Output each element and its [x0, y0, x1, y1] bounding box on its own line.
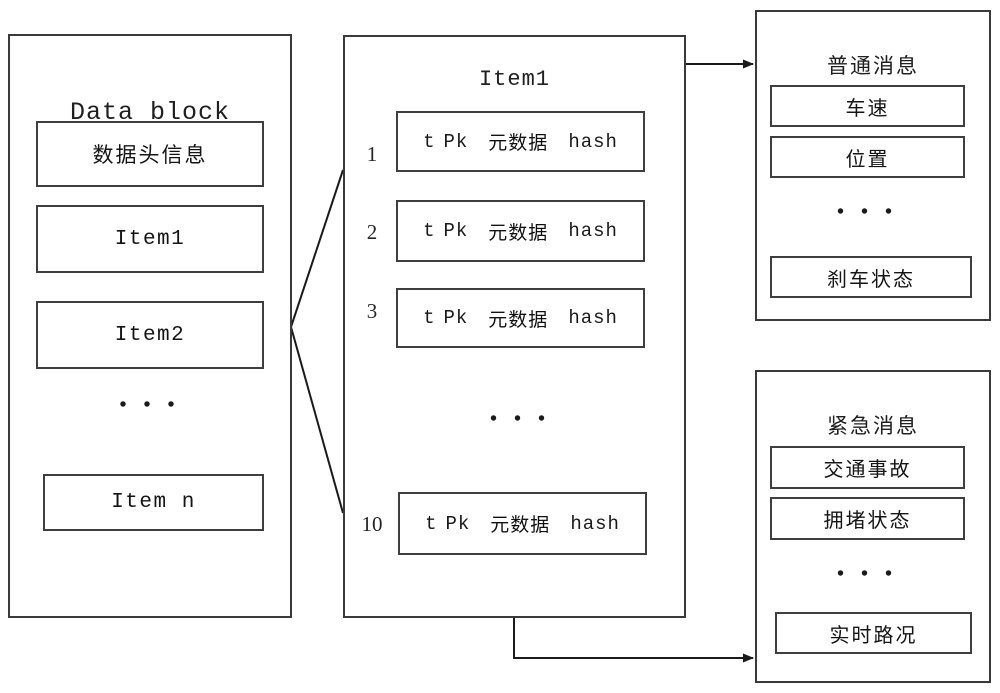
data-block-item-2: Item2 — [36, 301, 264, 369]
item-row-1: t Pk 元数据 hash — [396, 111, 645, 172]
data-block-item-1: Item1 — [36, 205, 264, 273]
item-detail-ellipsis: • • • — [489, 408, 551, 430]
item-row-10: t Pk 元数据 hash — [398, 492, 647, 555]
item-row-number-1: 1 — [366, 142, 378, 166]
data-block-item-n: Item n — [43, 474, 264, 531]
item-row-number-2: 2 — [366, 220, 378, 244]
normal-message-title: 普通消息 — [827, 54, 919, 78]
item-detail-title: Item1 — [478, 67, 550, 92]
item-row-3-field-pk: Pk — [443, 307, 469, 329]
fan-connector-upper — [290, 169, 344, 328]
item-row-10-field-hash: hash — [570, 512, 620, 535]
urgent-message-item-congestion-status: 拥堵状态 — [770, 497, 965, 540]
item-row-2-field-hash: hash — [568, 220, 618, 242]
item-row-1-field-pk: Pk — [443, 130, 469, 153]
normal-message-item-speed: 车速 — [770, 85, 965, 127]
diagram-canvas: Data block 数据头信息 Item1 Item2 • • • Item … — [0, 0, 1000, 693]
fan-connector-lower — [290, 326, 344, 514]
normal-message-ellipsis: • • • — [836, 201, 898, 223]
normal-message-item-position: 位置 — [770, 136, 965, 178]
item-row-3-field-metadata: 元数据 — [488, 308, 549, 331]
data-block-item-header-info: 数据头信息 — [36, 121, 264, 187]
normal-message-item-brake-status: 刹车状态 — [770, 256, 972, 298]
item-row-10-field-t: t — [425, 512, 438, 535]
item-row-2-field-metadata: 元数据 — [488, 221, 549, 244]
item-row-1-field-hash: hash — [568, 130, 618, 153]
item-row-number-3: 3 — [366, 299, 378, 323]
item-row-3-field-hash: hash — [568, 307, 618, 329]
item-row-1-field-metadata: 元数据 — [488, 132, 549, 154]
item-row-1-field-t: t — [423, 130, 436, 153]
item-row-2: t Pk 元数据 hash — [396, 200, 645, 262]
item-row-number-10: 10 — [361, 512, 383, 536]
urgent-message-item-traffic-accident: 交通事故 — [770, 446, 965, 489]
urgent-message-title: 紧急消息 — [827, 414, 919, 438]
item-row-2-field-pk: Pk — [443, 220, 469, 242]
item-row-3-field-t: t — [423, 307, 436, 329]
item-row-3: t Pk 元数据 hash — [396, 288, 645, 348]
item-row-10-field-metadata: 元数据 — [490, 514, 551, 536]
item-row-2-field-t: t — [423, 220, 436, 242]
item-row-10-field-pk: Pk — [445, 512, 471, 535]
data-block-ellipsis: • • • — [119, 394, 181, 416]
urgent-message-item-realtime-traffic: 实时路况 — [775, 612, 972, 654]
urgent-message-ellipsis: • • • — [836, 563, 898, 585]
